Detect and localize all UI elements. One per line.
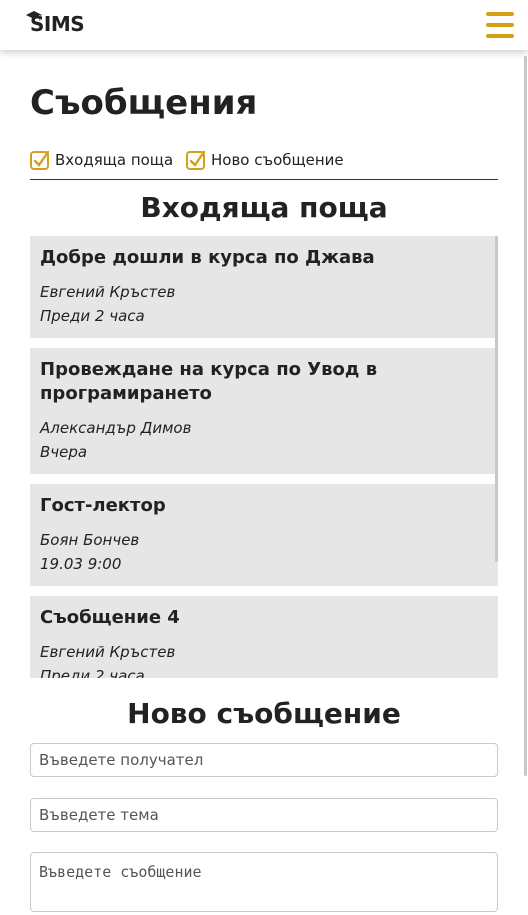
tab-inbox[interactable]: Входяща поща	[30, 148, 173, 172]
hamburger-menu-icon[interactable]	[486, 12, 514, 38]
message-item[interactable]: Добре дошли в курса по Джава Евгений Кръ…	[30, 236, 498, 338]
page-scrollbar[interactable]	[524, 56, 527, 776]
checkbox-checked-icon	[186, 150, 206, 170]
subject-input[interactable]	[30, 798, 498, 832]
message-item[interactable]: Провеждане на курса по Увод в програмира…	[30, 348, 498, 474]
inbox-title: Входяща поща	[140, 191, 388, 224]
message-sender: Евгений Кръстев	[40, 283, 176, 301]
page-title: Съобщения	[30, 83, 258, 123]
message-time: Преди 2 часа	[40, 667, 145, 678]
message-time: Вчера	[40, 443, 88, 461]
message-subject: Съобщение 4	[40, 607, 180, 628]
message-textarea[interactable]	[30, 852, 498, 912]
message-subject: Провеждане на курса по Увод в програмира…	[40, 359, 378, 404]
message-item[interactable]: Гост-лектор Боян Бончев 19.03 9:00	[30, 484, 498, 586]
message-sender: Евгений Кръстев	[40, 643, 176, 661]
message-list-scrollbar[interactable]	[495, 236, 498, 562]
message-list[interactable]: Добре дошли в курса по Джава Евгений Кръ…	[30, 236, 498, 678]
message-time: 19.03 9:00	[40, 555, 122, 573]
message-subject: Добре дошли в курса по Джава	[40, 247, 375, 268]
logo-text: SIMS	[30, 12, 85, 36]
tab-new-message[interactable]: Ново съобщение	[186, 148, 344, 172]
sims-logo[interactable]: SIMS	[26, 11, 85, 37]
recipient-input[interactable]	[30, 743, 498, 777]
message-time: Преди 2 часа	[40, 307, 145, 325]
top-navbar: SIMS	[0, 0, 528, 50]
compose-title: Ново съобщение	[127, 697, 401, 730]
tab-inbox-label: Входяща поща	[55, 151, 174, 169]
tab-new-message-label: Ново съобщение	[211, 151, 344, 169]
message-subject: Гост-лектор	[40, 495, 166, 516]
message-sender: Боян Бончев	[40, 531, 140, 549]
tab-bar: Входяща поща Ново съобщение	[30, 148, 498, 180]
message-item[interactable]: Съобщение 4 Евгений Кръстев Преди 2 часа	[30, 596, 498, 678]
checkbox-checked-icon	[30, 150, 50, 170]
message-sender: Александър Димов	[40, 419, 192, 437]
